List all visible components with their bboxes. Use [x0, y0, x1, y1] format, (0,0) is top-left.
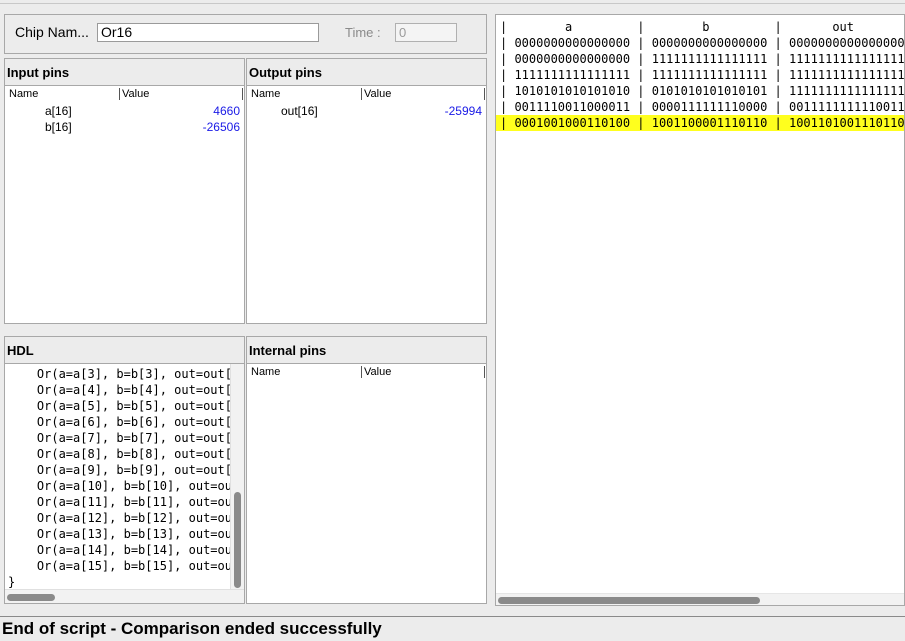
chip-name-label: Chip Nam...: [15, 24, 89, 40]
hdl-title: HDL: [7, 343, 34, 358]
pin-name: a[16]: [45, 104, 72, 118]
hdl-vertical-scroll-thumb[interactable]: [234, 492, 241, 588]
hdl-line: Or(a=a[14], b=b[14], out=out: [8, 543, 240, 557]
pin-name: out[16]: [281, 104, 318, 118]
comparison-row: | 0000000000000000 | 1111111111111111 | …: [500, 52, 905, 66]
hdl-horizontal-scrollbar[interactable]: [5, 589, 244, 603]
hdl-line: Or(a=a[9], b=b[9], out=out[9: [8, 463, 240, 477]
output-pins-header: Name Value: [247, 86, 486, 102]
comparison-row: | 0001001000110100 | 1001100001110110 | …: [500, 116, 905, 130]
chip-name-input[interactable]: Or16: [97, 23, 319, 42]
column-separator: [242, 88, 243, 100]
column-separator: [361, 366, 362, 378]
input-pins-panel: Input pins Name Value a[16] 4660 b[16] -…: [4, 58, 245, 324]
internal-pins-title: Internal pins: [249, 343, 327, 358]
input-pin-row[interactable]: b[16] -26506: [5, 119, 244, 135]
internal-pins-panel: Internal pins Name Value: [246, 336, 487, 604]
window-top-border: [0, 0, 905, 4]
hdl-line: Or(a=a[13], b=b[13], out=out: [8, 527, 240, 541]
col-value-header: Value: [122, 88, 150, 100]
pin-value[interactable]: 4660: [213, 104, 240, 118]
input-pin-row[interactable]: a[16] 4660: [5, 103, 244, 119]
hdl-line: }: [8, 575, 16, 589]
col-value-header: Value: [364, 366, 392, 378]
hdl-line: Or(a=a[15], b=b[15], out=out: [8, 559, 240, 573]
comparison-row: | 1010101010101010 | 0101010101010101 | …: [500, 84, 905, 98]
column-separator: [361, 88, 362, 100]
hdl-line: Or(a=a[5], b=b[5], out=out[5: [8, 399, 240, 413]
column-separator: [119, 88, 120, 100]
input-pins-header: Name Value: [5, 86, 244, 102]
hdl-text-area[interactable]: Or(a=a[3], b=b[3], out=out[3 Or(a=a[4], …: [5, 363, 244, 603]
output-pins-table: Name Value out[16] -25994: [247, 85, 486, 323]
chip-name-bar: Chip Nam... Or16 Time : 0: [4, 14, 487, 54]
output-pins-title: Output pins: [249, 65, 322, 80]
pin-value[interactable]: -26506: [203, 120, 240, 134]
time-input: 0: [395, 23, 457, 42]
hdl-line: Or(a=a[12], b=b[12], out=out: [8, 511, 240, 525]
comparison-row: | 0000000000000000 | 0000000000000000 | …: [500, 36, 905, 50]
col-name-header: Name: [251, 88, 281, 100]
hdl-panel: HDL Or(a=a[3], b=b[3], out=out[3 Or(a=a[…: [4, 336, 245, 604]
comparison-horizontal-scrollbar[interactable]: [496, 593, 904, 605]
time-label: Time :: [345, 25, 381, 40]
hdl-vertical-scrollbar[interactable]: [230, 364, 244, 589]
column-separator: [484, 366, 485, 378]
hdl-line: Or(a=a[7], b=b[7], out=out[7: [8, 431, 240, 445]
hdl-line: Or(a=a[4], b=b[4], out=out[4: [8, 383, 240, 397]
hdl-horizontal-scroll-thumb[interactable]: [7, 594, 55, 601]
comparison-header-row: | a | b | out |: [500, 20, 905, 34]
comparison-output-table[interactable]: | a | b | out | | 0000000000000000 | 0000…: [495, 14, 905, 606]
pin-name: b[16]: [45, 120, 72, 134]
hdl-line: Or(a=a[10], b=b[10], out=out: [8, 479, 240, 493]
hdl-line: Or(a=a[3], b=b[3], out=out[3: [8, 367, 240, 381]
status-bar: End of script - Comparison ended success…: [0, 616, 905, 641]
column-separator: [484, 88, 485, 100]
pin-value: -25994: [444, 104, 482, 118]
comparison-row: | 0011110011000011 | 0000111111110000 | …: [500, 100, 905, 114]
output-pin-row[interactable]: out[16] -25994: [247, 103, 486, 119]
col-name-header: Name: [251, 366, 281, 378]
input-pins-title: Input pins: [7, 65, 70, 80]
input-pins-table: Name Value a[16] 4660 b[16] -26506: [5, 85, 244, 323]
comparison-row: | 1111111111111111 | 1111111111111111 | …: [500, 68, 905, 82]
output-pins-panel: Output pins Name Value out[16] -25994: [246, 58, 487, 324]
status-message: End of script - Comparison ended success…: [2, 619, 382, 638]
col-value-header: Value: [364, 88, 392, 100]
col-name-header: Name: [9, 88, 39, 100]
hdl-line: Or(a=a[11], b=b[11], out=out: [8, 495, 240, 509]
hdl-line: Or(a=a[8], b=b[8], out=out[8: [8, 447, 240, 461]
hdl-line: Or(a=a[6], b=b[6], out=out[6: [8, 415, 240, 429]
internal-pins-header: Name Value: [247, 364, 486, 380]
comparison-horizontal-scroll-thumb[interactable]: [498, 597, 760, 604]
internal-pins-table: Name Value: [247, 363, 486, 603]
